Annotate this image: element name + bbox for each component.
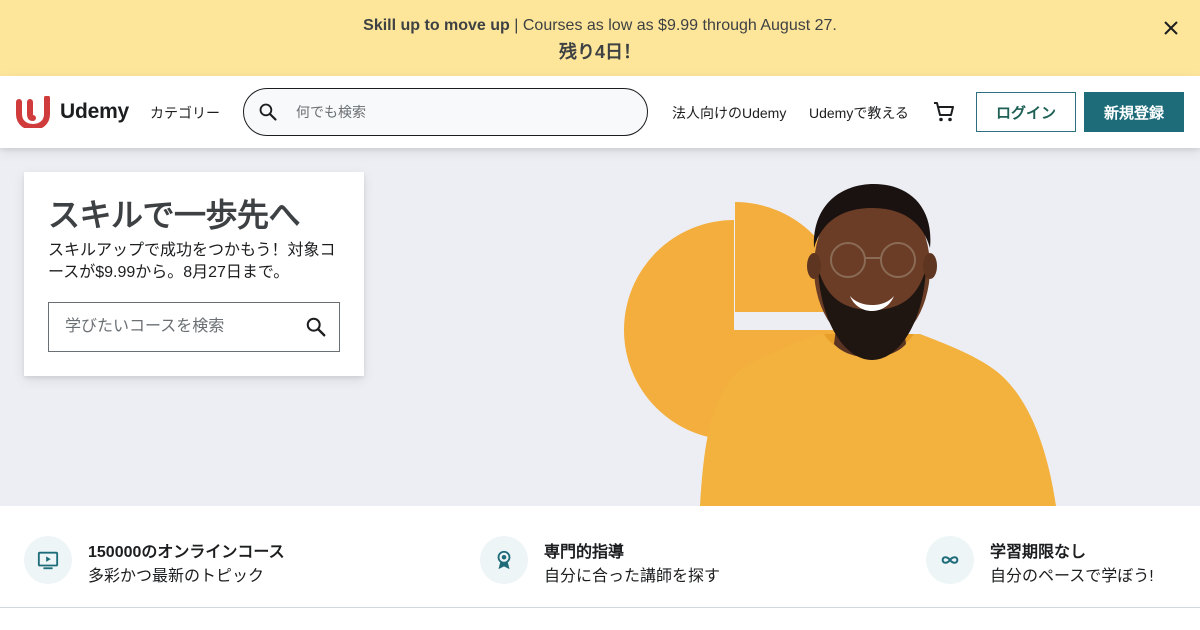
promo-detail-text: | Courses as low as $9.99 through August… (509, 17, 837, 34)
cart-icon[interactable] (932, 100, 956, 124)
close-banner-button[interactable] (1160, 17, 1182, 39)
feature-desc: 自分に合った講師を探す (544, 568, 721, 585)
udemy-logo[interactable]: Udemy (16, 96, 129, 128)
feature-title: 専門的指導 (544, 544, 625, 561)
feature-icon-wrap (926, 536, 974, 584)
hero-subtitle: スキルアップで成功をつかもう！対象コースが$9.99から。8月27日まで。 (48, 242, 336, 281)
feature-desc: 多彩かつ最新のトピック (88, 568, 265, 585)
search-icon[interactable] (258, 102, 278, 122)
login-button[interactable]: ログイン (976, 92, 1076, 132)
promo-countdown: 残り4日！ (558, 42, 641, 62)
promo-banner: Skill up to move up | Courses as low as … (0, 0, 1200, 76)
infinity-icon (941, 556, 959, 564)
header-search (243, 88, 648, 136)
award-badge-icon (497, 550, 511, 570)
play-screen-icon (37, 551, 59, 570)
hero-illustration (624, 184, 1056, 506)
promo-bold-text: Skill up to move up (363, 17, 510, 34)
hero-card: スキルで一歩先へ スキルアップで成功をつかもう！対象コースが$9.99から。8月… (24, 172, 364, 376)
feature-icon-wrap (24, 536, 72, 584)
promo-text: Skill up to move up | Courses as low as … (0, 17, 1200, 35)
logo-text: Udemy (60, 100, 130, 123)
feature-title: 学習期限なし (990, 544, 1087, 561)
close-icon (1164, 21, 1178, 35)
teach-link[interactable]: Udemyで教える (809, 103, 909, 123)
search-icon[interactable] (305, 316, 327, 338)
categories-menu[interactable]: カテゴリー (150, 103, 220, 123)
business-link[interactable]: 法人向けのUdemy (672, 103, 786, 123)
search-input[interactable] (296, 89, 636, 135)
hero-search (48, 302, 340, 352)
udemy-u-icon (16, 96, 50, 128)
feature-desc: 自分のペースで学ぼう! (990, 568, 1154, 585)
signup-button[interactable]: 新規登録 (1084, 92, 1184, 132)
site-header: Udemy カテゴリー 法人向けのUdemy Udemyで教える ログイン 新規… (0, 76, 1200, 148)
hero-title: スキルで一歩先へ (48, 197, 301, 233)
feature-icon-wrap (480, 536, 528, 584)
hero-section: スキルで一歩先へ スキルアップで成功をつかもう！対象コースが$9.99から。8月… (0, 148, 1200, 506)
feature-title: 150000のオンラインコース (88, 544, 285, 561)
course-search-input[interactable] (65, 303, 295, 351)
features-row: 150000のオンラインコース 多彩かつ最新のトピック 専門的指導 自分に合った… (0, 506, 1200, 608)
